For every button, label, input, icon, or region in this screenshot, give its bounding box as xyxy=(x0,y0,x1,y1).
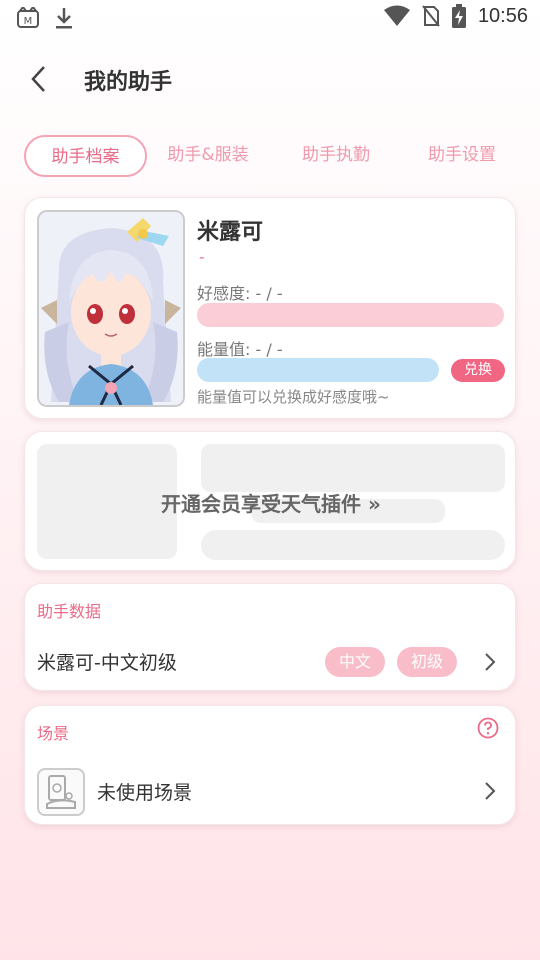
no-sim-icon xyxy=(422,5,440,27)
scene-card: 场景 未使用场景 xyxy=(24,705,516,825)
favor-label: 好感度: - / - xyxy=(197,284,283,303)
assistant-avatar[interactable] xyxy=(37,210,185,407)
vip-weather-cta[interactable]: 开通会员享受天气插件 » xyxy=(25,488,517,517)
scene-text: 未使用场景 xyxy=(97,782,193,804)
energy-label: 能量值: - / - xyxy=(197,340,283,359)
tab-settings[interactable]: 助手设置 xyxy=(408,135,516,177)
tab-outfit[interactable]: 助手&服装 xyxy=(154,135,262,177)
chevron-right-icon xyxy=(485,782,496,800)
placeholder-block xyxy=(201,530,505,560)
assistant-data-card: 助手数据 米露可-中文初级 中文 初级 xyxy=(24,583,516,691)
energy-progress-bar xyxy=(197,358,439,382)
scene-title: 场景 xyxy=(37,724,70,743)
download-icon xyxy=(56,8,72,29)
back-button[interactable] xyxy=(22,62,56,96)
exchange-button[interactable]: 兑换 xyxy=(451,359,505,382)
app-notification-icon: M xyxy=(17,7,39,28)
clock: 10:56 xyxy=(477,4,528,27)
page-title: 我的助手 xyxy=(84,70,173,95)
battery-charging-icon xyxy=(451,4,466,28)
assistant-subtitle: - xyxy=(199,248,205,266)
status-bar: M 10:56 xyxy=(0,0,540,36)
assistant-data-row[interactable]: 米露可-中文初级 中文 初级 xyxy=(25,642,517,682)
favor-progress-bar xyxy=(197,303,504,327)
profile-card: 米露可 - 好感度: - / - 能量值: - / - 兑换 能量值可以兑换成好… xyxy=(24,197,516,419)
wifi-icon xyxy=(383,5,410,26)
tab-duty[interactable]: 助手执勤 xyxy=(282,135,390,177)
level-tag: 初级 xyxy=(397,647,457,677)
scene-row[interactable]: 未使用场景 xyxy=(25,764,517,818)
tab-bar: 助手档案 助手&服装 助手执勤 助手设置 xyxy=(24,135,516,177)
energy-hint: 能量值可以兑换成好感度哦~ xyxy=(197,388,390,406)
anime-girl-illustration xyxy=(39,212,183,405)
tab-profile[interactable]: 助手档案 xyxy=(24,135,147,177)
chevron-left-icon xyxy=(31,66,45,92)
help-icon[interactable] xyxy=(477,717,499,739)
header: 我的助手 xyxy=(0,50,540,110)
placeholder-block xyxy=(201,444,505,492)
weather-plugin-card[interactable]: 开通会员享受天气插件 » xyxy=(24,431,516,571)
language-tag: 中文 xyxy=(325,647,385,677)
assistant-data-title: 助手数据 xyxy=(37,602,102,621)
svg-text:M: M xyxy=(24,16,33,27)
scene-thumbnail-icon xyxy=(37,768,85,816)
assistant-name: 米露可 xyxy=(197,220,264,245)
assistant-data-text: 米露可-中文初级 xyxy=(37,652,177,674)
chevron-right-icon xyxy=(485,653,496,671)
